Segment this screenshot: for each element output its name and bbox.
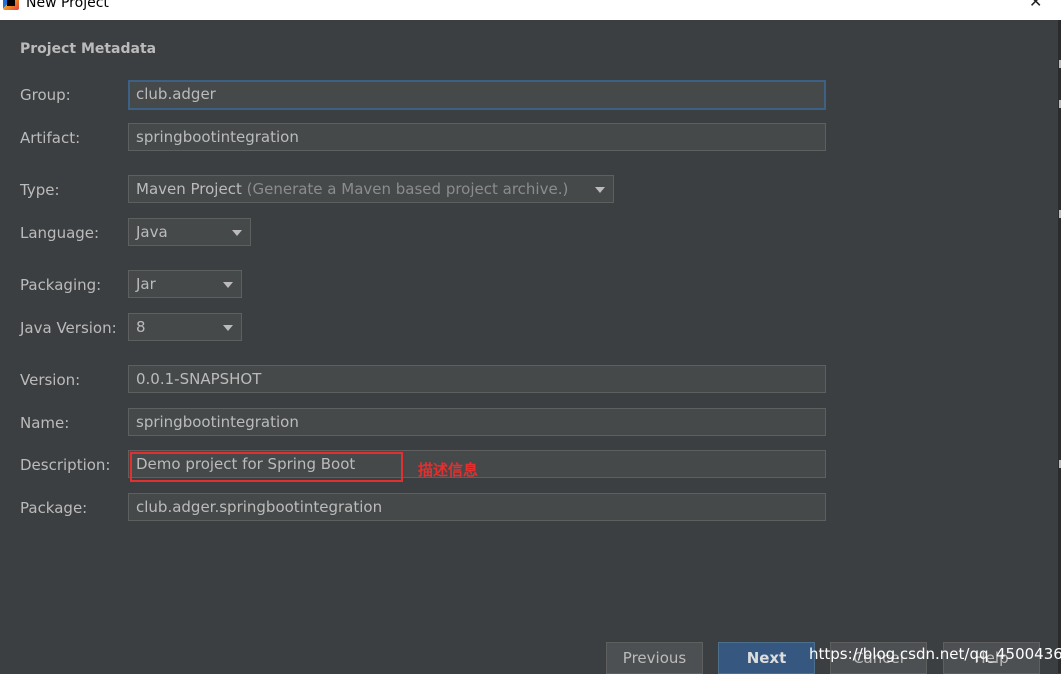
java-version-dropdown[interactable]: 8 xyxy=(128,313,242,341)
type-hint: (Generate a Maven based project archive.… xyxy=(246,180,569,198)
package-field[interactable]: club.adger.springbootintegration xyxy=(128,493,826,521)
window-title: New Project xyxy=(26,0,109,11)
chevron-down-icon xyxy=(223,282,233,288)
packaging-value: Jar xyxy=(136,275,156,293)
java-version-value: 8 xyxy=(136,318,146,336)
annotation-text: 描述信息 xyxy=(418,461,479,479)
packaging-dropdown[interactable]: Jar xyxy=(128,270,242,298)
language-value: Java xyxy=(136,223,168,241)
java-version-label: Java Version: xyxy=(20,319,117,337)
group-field[interactable]: club.adger xyxy=(128,80,826,110)
name-label: Name: xyxy=(20,414,70,432)
intellij-app-icon xyxy=(3,0,19,10)
artifact-field[interactable]: springbootintegration xyxy=(128,123,826,151)
group-label: Group: xyxy=(20,86,71,104)
version-field[interactable]: 0.0.1-SNAPSHOT xyxy=(128,365,826,393)
chevron-down-icon xyxy=(223,325,233,331)
section-title: Project Metadata xyxy=(20,41,157,57)
version-label: Version: xyxy=(20,371,81,389)
previous-button[interactable]: Previous xyxy=(606,642,703,674)
next-button[interactable]: Next xyxy=(718,642,815,674)
language-dropdown[interactable]: Java xyxy=(128,218,251,246)
close-icon[interactable]: ✕ xyxy=(1029,0,1042,10)
packaging-label: Packaging: xyxy=(20,276,102,294)
name-field[interactable]: springbootintegration xyxy=(128,408,826,436)
watermark: https://blog.csdn.net/qq_45004361 xyxy=(809,645,1061,663)
type-value: Maven Project xyxy=(136,180,242,198)
artifact-label: Artifact: xyxy=(20,129,81,147)
type-dropdown[interactable]: Maven Project (Generate a Maven based pr… xyxy=(128,175,614,203)
package-label: Package: xyxy=(20,499,88,517)
description-label: Description: xyxy=(20,456,111,474)
chevron-down-icon xyxy=(232,230,242,236)
annotation-highlight-box xyxy=(130,452,403,482)
language-label: Language: xyxy=(20,224,100,242)
title-bar: New Project ✕ xyxy=(0,0,1061,20)
type-label: Type: xyxy=(20,181,60,199)
chevron-down-icon xyxy=(595,187,605,193)
